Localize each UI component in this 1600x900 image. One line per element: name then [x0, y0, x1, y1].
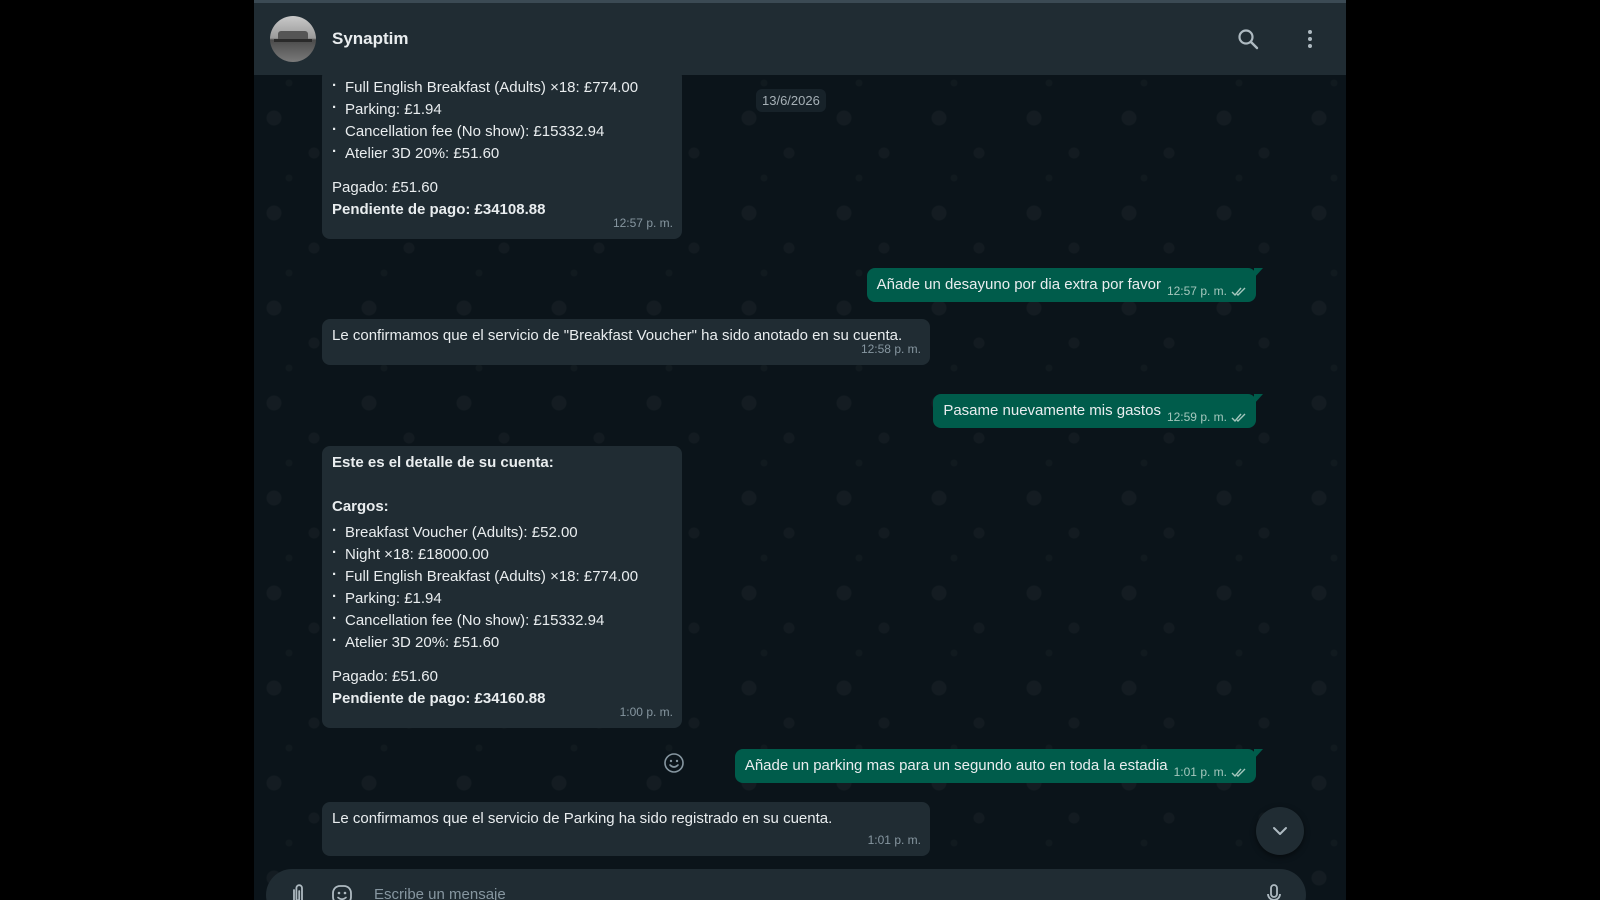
message-outgoing[interactable]: Añade un parking mas para un segundo aut…	[734, 749, 1264, 783]
message-text: Pasame nuevamente mis gastos	[943, 402, 1161, 419]
message-outgoing[interactable]: Pasame nuevamente mis gastos 12:59 p. m.	[933, 394, 1263, 428]
message-text: Añade un parking mas para un segundo aut…	[744, 757, 1168, 774]
paid-amount: Pagado: £51.60	[332, 179, 438, 196]
message-time: 1:01 p. m.	[1173, 765, 1227, 779]
message-incoming-bill[interactable]: Este es el detalle de su cuenta: Cargos:…	[322, 446, 682, 728]
double-check-icon	[1231, 768, 1246, 777]
paid-amount: Pagado: £51.60	[332, 668, 438, 685]
message-meta: 12:57 p. m.	[1167, 280, 1247, 302]
voice-message-button[interactable]	[1260, 881, 1288, 900]
charge-item: Atelier 3D 20%: £51.60	[332, 141, 673, 165]
date-chip: 13/6/2026	[756, 89, 826, 112]
charge-item: Cancellation fee (No show): £15332.94	[332, 119, 673, 143]
contact-name[interactable]: Synaptim	[332, 29, 409, 49]
menu-button[interactable]	[1290, 19, 1330, 59]
bill-heading: Este es el detalle de su cuenta:	[332, 454, 554, 471]
message-input[interactable]	[372, 884, 1244, 900]
message-time: 1:01 p. m.	[867, 833, 921, 847]
contact-avatar[interactable]	[270, 16, 316, 62]
microphone-icon	[1267, 884, 1281, 900]
chat-header: Synaptim	[254, 3, 1346, 75]
double-check-icon	[1231, 413, 1246, 422]
message-time: 12:59 p. m.	[1166, 410, 1227, 424]
charge-item: Full English Breakfast (Adults) ×18: £77…	[332, 564, 673, 588]
charge-item: Cancellation fee (No show): £15332.94	[332, 608, 673, 632]
chevron-down-icon	[1273, 827, 1287, 835]
smiley-icon	[664, 753, 684, 773]
more-vertical-icon	[1308, 30, 1312, 48]
message-list[interactable]: 13/6/2026 Full English Breakfast (Adults…	[254, 69, 1346, 869]
charge-item: Night ×18: £18000.00	[332, 542, 673, 566]
sticker-icon	[332, 885, 352, 900]
charges-label: Cargos:	[332, 498, 389, 515]
message-text: Le confirmamos que el servicio de Parkin…	[332, 810, 833, 827]
message-time: 12:57 p. m.	[612, 216, 673, 230]
scroll-to-bottom-button[interactable]	[1256, 807, 1304, 855]
charge-item: Parking: £1.94	[332, 97, 673, 121]
sticker-button[interactable]	[328, 881, 356, 900]
message-time: 12:57 p. m.	[1166, 284, 1227, 298]
charge-item: Parking: £1.94	[332, 586, 673, 610]
react-emoji-button[interactable]	[662, 751, 686, 775]
message-time: 1:00 p. m.	[619, 705, 673, 719]
charge-item: Full English Breakfast (Adults) ×18: £77…	[332, 75, 673, 99]
message-time: 12:58 p. m.	[860, 342, 921, 356]
charge-item: Breakfast Voucher (Adults): £52.00	[332, 520, 673, 544]
double-check-icon	[1231, 287, 1246, 296]
message-meta: 1:01 p. m.	[1174, 761, 1247, 783]
chat-window: Synaptim 13/6/2026 Full English Breakfas…	[254, 0, 1346, 900]
message-incoming[interactable]: Le confirmamos que el servicio de "Break…	[322, 319, 930, 365]
message-incoming[interactable]: Le confirmamos que el servicio de Parkin…	[322, 802, 930, 856]
message-outgoing[interactable]: Añade un desayuno por dia extra por favo…	[866, 268, 1264, 302]
search-icon	[1238, 29, 1259, 50]
header-actions	[1206, 19, 1330, 59]
attach-button[interactable]	[284, 881, 312, 900]
message-meta: 12:59 p. m.	[1167, 406, 1247, 428]
message-composer	[266, 869, 1306, 900]
search-button[interactable]	[1228, 19, 1268, 59]
charge-item: Atelier 3D 20%: £51.60	[332, 630, 673, 654]
avatar-lake	[274, 39, 312, 42]
message-text: Añade un desayuno por dia extra por favo…	[876, 276, 1161, 293]
message-incoming-bill[interactable]: Full English Breakfast (Adults) ×18: £77…	[322, 69, 682, 239]
message-text: Le confirmamos que el servicio de "Break…	[332, 327, 903, 344]
paperclip-icon	[293, 884, 303, 900]
